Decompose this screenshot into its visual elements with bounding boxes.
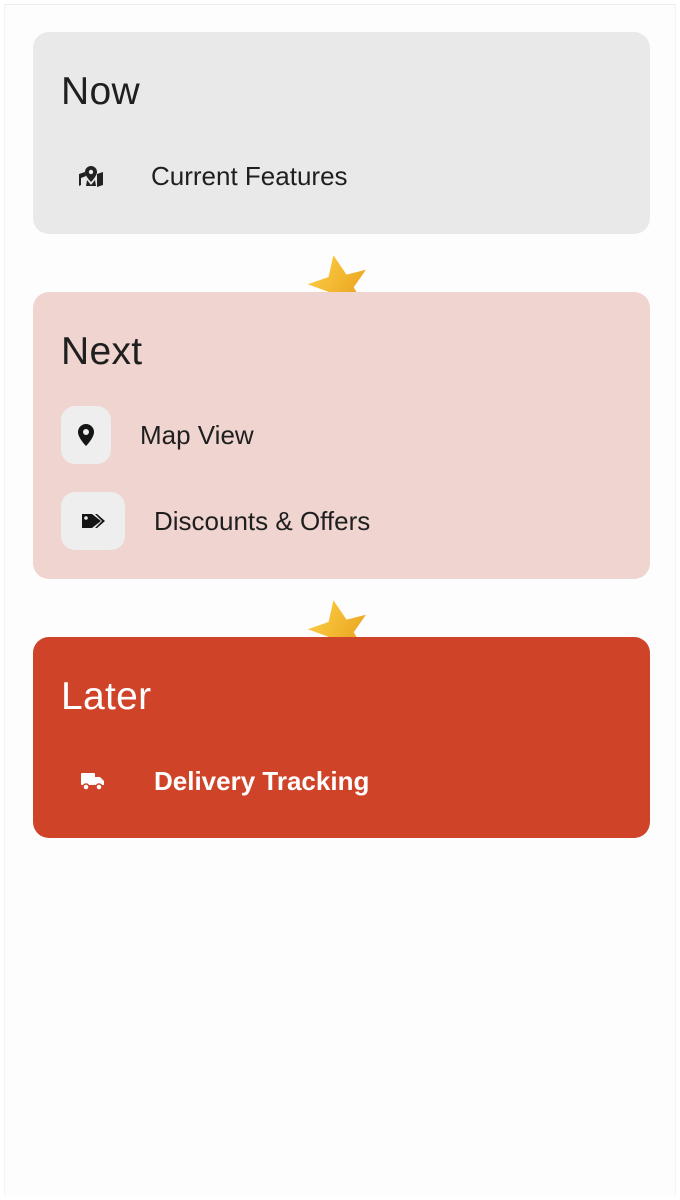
map-marked-icon (61, 156, 121, 196)
star-icon (305, 253, 371, 293)
stage-card-next: Next Map View Discounts & Offers (33, 292, 650, 579)
item-label: Map View (140, 420, 254, 450)
stage-card-later: Later Delivery Tracking (33, 637, 650, 838)
star-icon (305, 598, 371, 638)
list-item[interactable]: Delivery Tracking (61, 761, 369, 801)
list-item[interactable]: Current Features (61, 156, 348, 196)
stage-title: Later (61, 675, 152, 718)
item-label: Delivery Tracking (154, 766, 370, 796)
list-item[interactable]: Discounts & Offers (61, 492, 370, 550)
map-pin-icon (61, 406, 111, 464)
stage-title: Now (61, 70, 140, 113)
stage-card-now: Now Current Features (33, 32, 650, 234)
item-label: Current Features (151, 161, 348, 191)
truck-icon (61, 761, 125, 801)
item-label: Discounts & Offers (154, 506, 371, 536)
stage-title: Next (61, 330, 143, 373)
tags-icon (61, 492, 125, 550)
list-item[interactable]: Map View (61, 406, 254, 464)
